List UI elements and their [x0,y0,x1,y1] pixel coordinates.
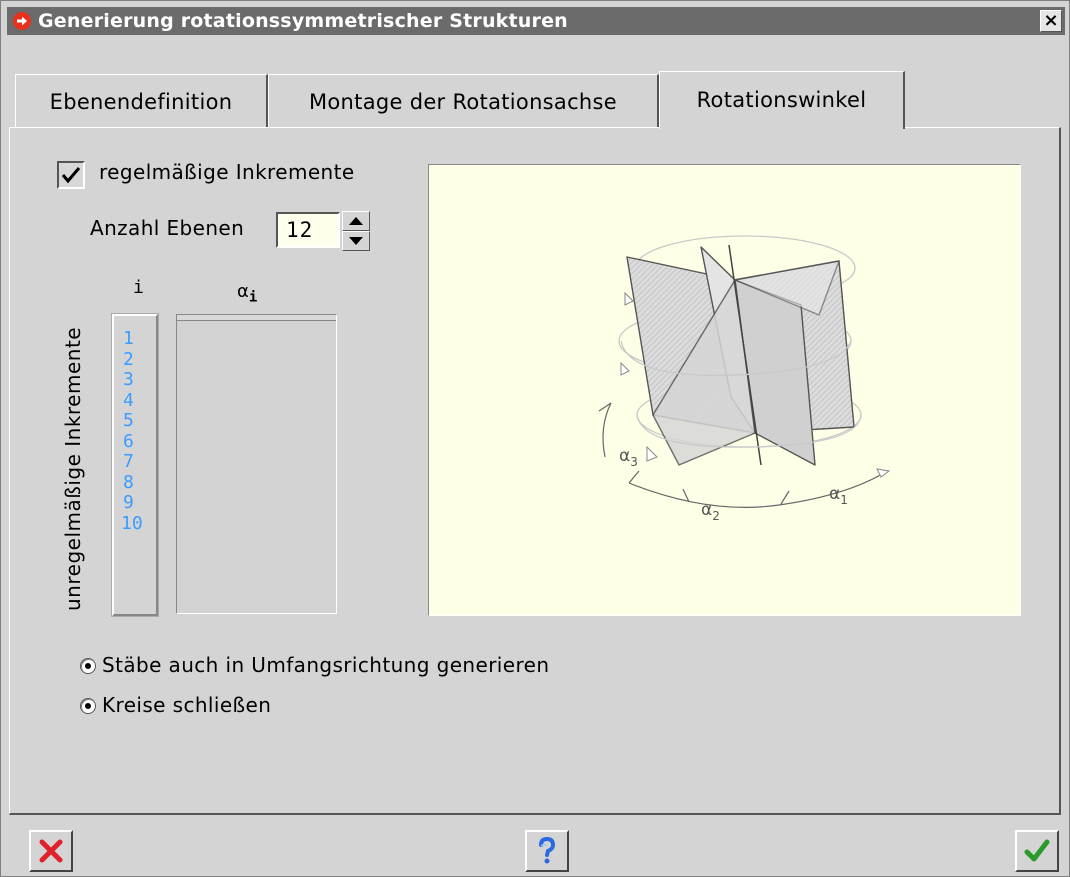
list-item: 8 [123,471,134,493]
ok-button[interactable] [1015,830,1059,872]
alpha3-sub: 3 [630,455,638,469]
arrow-right-icon [13,12,31,30]
list-item: 4 [123,389,134,411]
title-bar[interactable]: Generierung rotationssymmetrischer Struk… [7,7,1065,35]
svg-text:α2: α2 [701,500,720,523]
alpha-values-list[interactable] [176,314,337,614]
spin-down-button[interactable] [342,231,370,251]
alpha1-label: α [829,484,840,504]
spin-up-button[interactable] [342,211,370,231]
list-item: 7 [123,451,134,472]
alpha3-label: α [619,446,630,466]
help-button[interactable] [525,830,569,872]
list-item: 10 [121,512,143,534]
dialog-window: Generierung rotationssymmetrischer Struk… [0,0,1070,877]
list-header-line [177,315,336,321]
list-item: 5 [123,410,134,431]
rotation-planes-illustration: α3 α2 α1 [598,235,891,523]
list-item: 2 [123,348,134,370]
index-column-header: i [133,277,144,298]
close-circles-radio[interactable] [80,698,96,714]
alpha1-sub: 1 [840,493,848,507]
svg-text:α3: α3 [619,446,638,469]
alpha-column-header: αi [237,281,257,306]
tab-ebenendefinition[interactable]: Ebenendefinition [15,74,268,128]
plane-count-input[interactable]: 12 [276,212,340,248]
irregular-increments-label: unregelmäßige Inkremente [61,326,85,611]
list-item: 1 [123,328,134,349]
list-item: 6 [123,430,134,452]
tab-label: Rotationswinkel [696,87,867,112]
svg-text:α1: α1 [829,484,848,507]
window-title: Generierung rotationssymmetrischer Struk… [38,10,568,32]
tab-montage-rotationsachse[interactable]: Montage der Rotationsachse [268,74,659,128]
tab-rotationswinkel[interactable]: Rotationswinkel [659,71,905,129]
checkmark-icon [1024,839,1050,862]
triangle-down-icon [349,237,363,245]
generate-bars-radio[interactable] [80,658,96,674]
alpha2-sub: 2 [712,509,720,523]
rotation-diagram: α3 α2 α1 [428,164,1021,616]
triangle-up-icon [349,217,363,225]
tab-label: Ebenendefinition [49,89,233,114]
list-item: 9 [123,492,134,513]
alpha-symbol: α [237,281,249,302]
list-item: 3 [123,369,134,390]
alpha2-label: α [701,500,712,520]
cancel-x-icon [39,839,63,863]
regular-increments-checkbox[interactable] [57,161,85,189]
help-question-icon [539,837,556,864]
plane-count-label: Anzahl Ebenen [90,216,245,240]
close-button[interactable]: × [1040,10,1062,32]
plane-count-stepper[interactable] [342,211,370,251]
index-list[interactable]: 1 2 3 4 5 6 7 8 9 10 [111,313,159,617]
regular-increments-label: regelmäßige Inkremente [99,160,355,184]
tab-label: Montage der Rotationsachse [308,89,617,114]
close-icon: × [1043,10,1059,31]
checkmark-icon [61,167,81,184]
close-circles-label: Kreise schließen [102,693,272,717]
generate-bars-label: Stäbe auch in Umfangsrichtung generieren [102,653,550,677]
cancel-button[interactable] [29,830,73,872]
alpha-subscript: i [248,289,258,306]
